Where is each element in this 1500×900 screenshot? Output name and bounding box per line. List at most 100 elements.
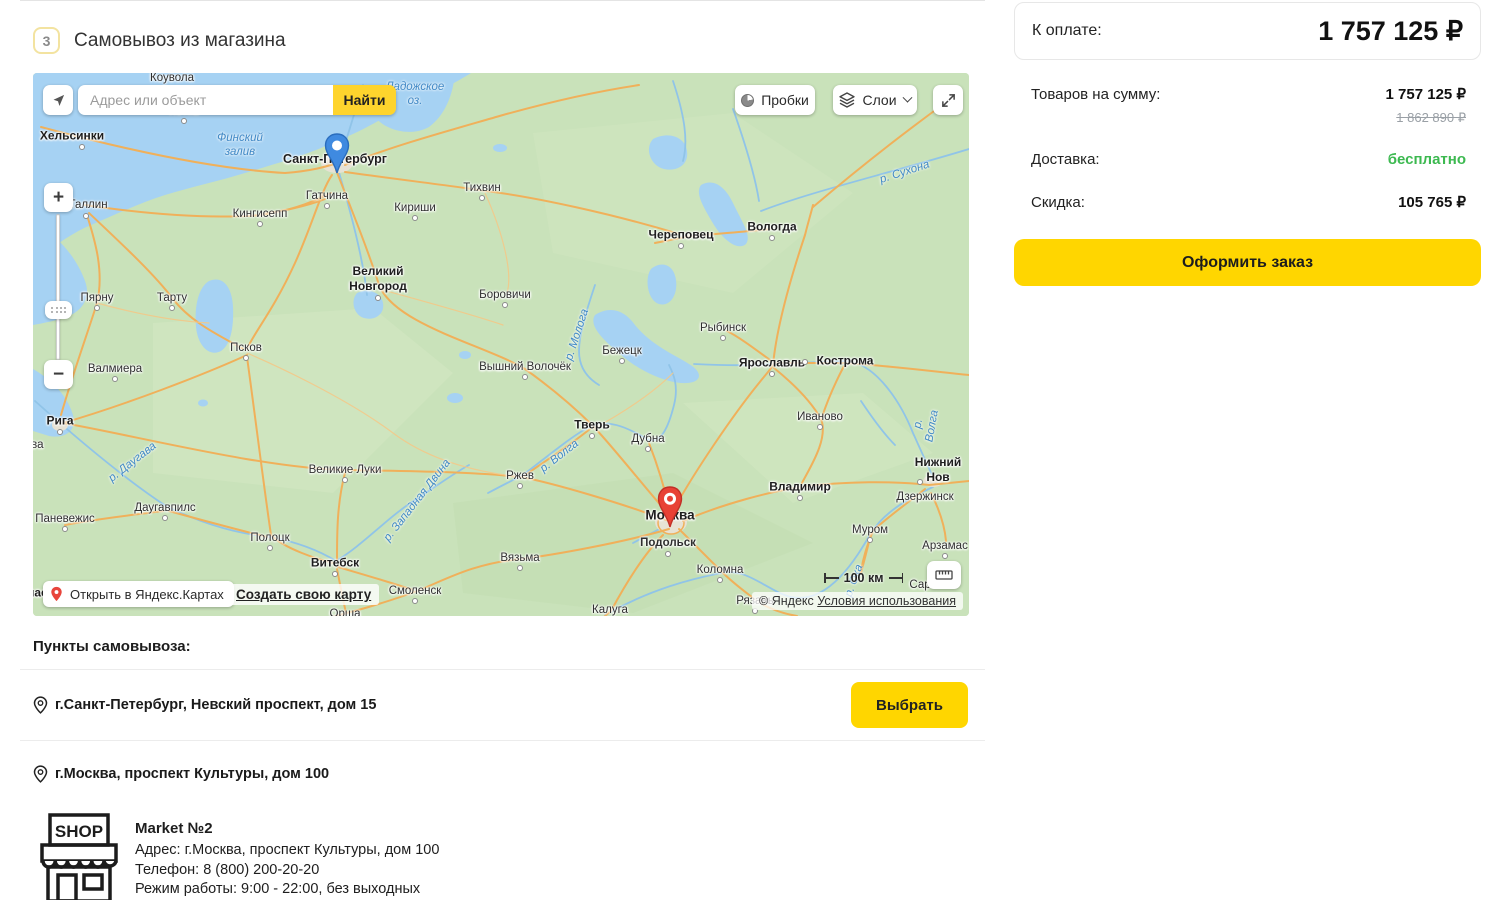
map-city-dot: [645, 446, 651, 452]
layers-button[interactable]: Слои: [833, 85, 917, 115]
map-city-dot: [94, 305, 100, 311]
map-city-label: Паневежис: [35, 512, 95, 526]
items-label: Товаров на сумму:: [1031, 86, 1160, 103]
map-city-label: Рыбинск: [700, 321, 746, 335]
map-city-dot: [942, 553, 948, 559]
map-city-label: Коломна: [697, 563, 744, 577]
map-city-dot: [62, 526, 68, 532]
map-city-dot: [162, 515, 168, 521]
map-city-label: Череповец: [649, 228, 714, 243]
checkout-button[interactable]: Оформить заказ: [1014, 239, 1481, 286]
open-in-yandex-label: Открыть в Яндекс.Картах: [70, 587, 224, 602]
traffic-button[interactable]: Пробки: [735, 85, 815, 115]
ruler-button[interactable]: [927, 561, 961, 589]
map-city-label: Вологда: [747, 220, 796, 235]
create-map-link[interactable]: Создать свою карту: [228, 584, 379, 605]
shop-details-block: SHOP Market №2 Адрес: г.Москва, проспект…: [20, 813, 985, 900]
map-city-label: Псков: [230, 341, 262, 355]
fullscreen-icon: [941, 93, 956, 108]
discount-label: Скидка:: [1031, 194, 1085, 211]
zoom-slider-track[interactable]: [56, 214, 60, 360]
map-city-label: Тверь: [574, 418, 609, 433]
map-city-label: Иваново: [797, 410, 843, 424]
ruler-icon: [935, 569, 953, 581]
shop-info: Market №2 Адрес: г.Москва, проспект Куль…: [135, 813, 439, 900]
choose-button[interactable]: Выбрать: [851, 682, 968, 728]
map-water-label: р. Сухона: [878, 158, 931, 187]
discount-value: 105 765 ₽: [1398, 193, 1466, 211]
map-city-label: Таллин: [68, 198, 107, 212]
order-summary: К оплате: 1 757 125 ₽ Товаров на сумму: …: [1014, 2, 1481, 286]
pin-outline-icon: [33, 765, 48, 783]
step-badge: 3: [33, 27, 60, 54]
map-city-label: Кириши: [394, 201, 436, 215]
open-in-yandex-maps-link[interactable]: Открыть в Яндекс.Картах: [43, 581, 234, 607]
map-city-label: Боровичи: [479, 288, 531, 302]
map-city-dot: [243, 355, 249, 361]
map-city-dot: [502, 302, 508, 308]
map-city-dot: [479, 195, 485, 201]
map-city-label: Тихвин: [463, 181, 501, 195]
map-city-label: Ярославль: [739, 356, 805, 371]
zoom-slider-handle[interactable]: [45, 301, 72, 319]
map-city-label: Валмиера: [88, 362, 142, 376]
map-pin-moscow[interactable]: [657, 486, 683, 528]
navigation-arrow-icon: [51, 93, 66, 108]
shop-hours-line: Режим работы: 9:00 - 22:00, без выходных: [135, 880, 439, 899]
map-city-dot: [79, 144, 85, 150]
map-city-label: Владимир: [769, 480, 831, 495]
delivery-label: Доставка:: [1031, 151, 1100, 168]
map-city-label: Муром: [852, 523, 888, 537]
map-water-label: Финский залив: [217, 132, 263, 160]
map-city-dot: [678, 243, 684, 249]
total-label: К оплате:: [1032, 22, 1102, 40]
map-city-dot: [720, 335, 726, 341]
map-city-dot: [517, 483, 523, 489]
section-header: 3 Самовывоз из магазина: [20, 1, 985, 73]
map-city-dot: [769, 371, 775, 377]
shop-name: Market №2: [135, 819, 439, 838]
pickup-point-moscow[interactable]: г.Москва, проспект Культуры, дом 100: [20, 741, 985, 807]
map-city-dot: [412, 598, 418, 604]
geolocate-button[interactable]: [43, 85, 73, 115]
zoom-in-button[interactable]: +: [44, 183, 73, 212]
map-city-dot: [797, 495, 803, 501]
map-city-dot: [332, 571, 338, 577]
discount-row: Скидка: 105 765 ₽: [1014, 193, 1481, 211]
map-water-label: р. Волга: [909, 401, 944, 448]
shop-sign-text: SHOP: [55, 822, 103, 841]
pickup-section-card: 3 Самовывоз из магазина: [20, 0, 985, 900]
map-city-dot: [57, 429, 63, 435]
traffic-label: Пробки: [761, 92, 809, 108]
terms-link[interactable]: Условия использования: [817, 594, 956, 608]
find-button[interactable]: Найти: [333, 85, 396, 115]
zoom-out-button[interactable]: −: [44, 360, 73, 389]
map-city-label: Тарту: [157, 291, 187, 305]
pickup-address: г.Москва, проспект Культуры, дом 100: [55, 766, 329, 782]
map-city-dot: [589, 433, 595, 439]
scale-label: 100 км: [844, 571, 884, 585]
map-city-dot: [324, 203, 330, 209]
delivery-row: Доставка: бесплатно: [1014, 151, 1481, 168]
copyright-label: © Яндекс: [759, 594, 814, 608]
map-water-label: р. Молога: [563, 308, 593, 363]
map-city-label: Кингисепп: [233, 207, 288, 221]
map-search-input[interactable]: [78, 85, 333, 115]
pickup-address: г.Санкт-Петербург, Невский проспект, дом…: [55, 697, 376, 713]
pickup-point-spb[interactable]: г.Санкт-Петербург, Невский проспект, дом…: [20, 670, 985, 740]
fullscreen-button[interactable]: [933, 85, 963, 115]
map-water-label: р. Западная Двина: [382, 457, 455, 545]
map-city-dot: [267, 545, 273, 551]
map-city-dot: [522, 374, 528, 380]
map-pin-spb[interactable]: [324, 133, 350, 174]
map-city-label: Орша: [330, 607, 361, 616]
map-city-dot: [619, 358, 625, 364]
map-city-label: Калуга: [592, 603, 628, 616]
map-city-dot: [342, 477, 348, 483]
yandex-map[interactable]: КоуволаКоткаХельсинкиТаллинСанкт-Петербу…: [33, 73, 969, 616]
checkout-page: 3 Самовывоз из магазина: [0, 0, 1500, 900]
chevron-down-icon: [902, 92, 912, 102]
map-city-dot: [112, 376, 118, 382]
map-city-label: Бежецк: [602, 344, 642, 358]
map-city-dot: [375, 295, 381, 301]
